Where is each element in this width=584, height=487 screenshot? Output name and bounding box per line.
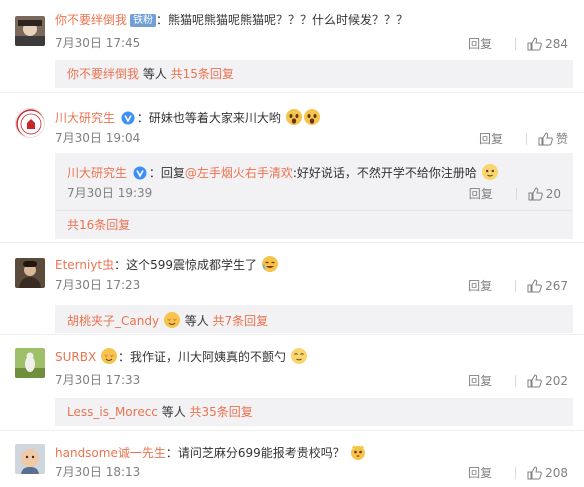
reply-user-link[interactable]: Less_is_Morecc [67, 405, 158, 419]
reply-summary-text: 等人 [139, 67, 171, 81]
comment-time: 7月30日 17:45 [55, 36, 141, 50]
reply-button[interactable]: 回复 [469, 185, 509, 202]
reply-button[interactable]: 回复 [479, 130, 519, 147]
emoji-icon [481, 164, 498, 180]
reply-button[interactable]: 回复 [468, 372, 508, 389]
more-replies-link[interactable]: 共7条回复 [213, 314, 269, 328]
username-link[interactable]: handsome诚一先生 [55, 446, 166, 460]
emoji-icon [101, 348, 118, 364]
divider [515, 466, 517, 479]
comment-text: ：我作证，川大阿姨真的不颤勺 [118, 350, 287, 364]
avatar[interactable] [15, 258, 45, 288]
like-button[interactable]: 267 [527, 279, 568, 293]
reply-text: :好好说话，不然开学不给你注册哈 [292, 166, 477, 180]
mention-link[interactable]: @左手烟火右手清欢 [185, 166, 293, 180]
avatar[interactable] [15, 348, 45, 378]
emoji-icon [163, 312, 180, 328]
like-count: 208 [545, 465, 568, 480]
like-count: 284 [545, 36, 568, 51]
comment-text: ：这个599震惊成都学生了 [114, 258, 258, 272]
reply-thread: 川大研究生 ：回复@左手烟火右手清欢:好好说话，不然开学不给你注册哈 7月30日… [55, 153, 573, 239]
thumbs-up-icon [527, 373, 542, 387]
reply-user-link[interactable]: 你不要绊倒我 [67, 67, 139, 81]
comment-time: 7月30日 17:33 [55, 373, 141, 387]
like-count: 267 [545, 278, 568, 293]
reply-summary-text: 等人 [180, 314, 213, 328]
comment-item: SURBX ：我作证，川大阿姨真的不颤勺 7月30日 17:33 回复 202 … [0, 334, 584, 430]
thumbs-up-icon [538, 131, 553, 145]
comment-time: 7月30日 19:04 [55, 131, 141, 145]
like-label: 赞 [555, 132, 568, 146]
avatar[interactable] [15, 108, 45, 138]
comment-text: ：请问芝麻分699能报考贵校吗？ [165, 446, 345, 460]
divider [515, 187, 517, 200]
like-button[interactable]: 208 [527, 466, 568, 480]
comment-text: ：熊猫呢熊猫呢熊猫呢？？？什么时候发？？？ [156, 13, 409, 27]
reply-summary: 你不要绊倒我 等人 共15条回复 [55, 60, 573, 88]
reply-summary: 胡桃夹子_Candy 等人 共7条回复 [55, 305, 573, 333]
divider [515, 279, 517, 292]
thumbs-up-icon [527, 465, 542, 479]
divider [525, 132, 527, 145]
like-count: 202 [545, 373, 568, 388]
like-button[interactable]: 284 [527, 37, 568, 51]
emoji-icon [285, 109, 302, 125]
like-count: 20 [545, 186, 561, 201]
like-button[interactable]: 20 [528, 187, 561, 201]
thumbs-up-icon [527, 278, 542, 292]
reply-button[interactable]: 回复 [468, 464, 508, 481]
more-replies-link[interactable]: 共16条回复 [67, 218, 130, 232]
like-button[interactable]: 赞 [538, 130, 568, 147]
comment-text: ：研妹也等着大家来川大哟 [136, 111, 281, 125]
username-link[interactable]: SURBX [55, 350, 96, 364]
reply-time: 7月30日 19:39 [67, 186, 153, 200]
reply-summary: Less_is_Morecc 等人 共35条回复 [55, 398, 573, 426]
reply-username-link[interactable]: 川大研究生 [67, 166, 127, 180]
emoji-icon [350, 445, 365, 460]
divider [515, 374, 517, 387]
more-replies-link[interactable]: 共35条回复 [190, 405, 253, 419]
divider [515, 37, 517, 50]
comment-item: Eterniyt虫：这个599震惊成都学生了 7月30日 17:23 回复 26… [0, 242, 584, 334]
comment-time: 7月30日 17:23 [55, 278, 141, 292]
reply-button[interactable]: 回复 [468, 277, 508, 294]
username-link[interactable]: 你不要绊倒我 [55, 13, 127, 27]
reply-user-link[interactable]: 胡桃夹子_Candy [67, 314, 159, 328]
avatar[interactable] [15, 444, 45, 474]
comment-item: 川大研究生 ：研妹也等着大家来川大哟 7月30日 19:04 回复 赞 川大研究… [0, 92, 584, 242]
verified-v-icon [121, 111, 135, 125]
username-link[interactable]: 川大研究生 [55, 111, 115, 125]
thumbs-up-icon [527, 36, 542, 50]
more-replies-link[interactable]: 共15条回复 [171, 67, 234, 81]
divider [55, 210, 573, 211]
comment-time: 7月30日 18:13 [55, 465, 141, 479]
emoji-icon [261, 256, 278, 272]
comment-item: 你不要绊倒我 铁粉 ：熊猫呢熊猫呢熊猫呢？？？什么时候发？？？ 7月30日 17:4… [0, 0, 584, 92]
username-link[interactable]: Eterniyt虫 [55, 258, 114, 272]
like-button[interactable]: 202 [527, 374, 568, 388]
reply-prefix: ：回复 [148, 166, 185, 180]
emoji-icon [290, 348, 307, 364]
reply-button[interactable]: 回复 [468, 35, 508, 52]
thumbs-up-icon [528, 186, 543, 200]
verified-v-icon [133, 166, 147, 180]
fan-badge[interactable]: 铁粉 [130, 14, 157, 27]
comment-item: handsome诚一先生：请问芝麻分699能报考贵校吗？ 7月30日 18:13… [0, 430, 584, 487]
reply-summary-text: 等人 [157, 405, 190, 419]
emoji-icon [303, 109, 320, 125]
avatar[interactable] [15, 16, 45, 46]
